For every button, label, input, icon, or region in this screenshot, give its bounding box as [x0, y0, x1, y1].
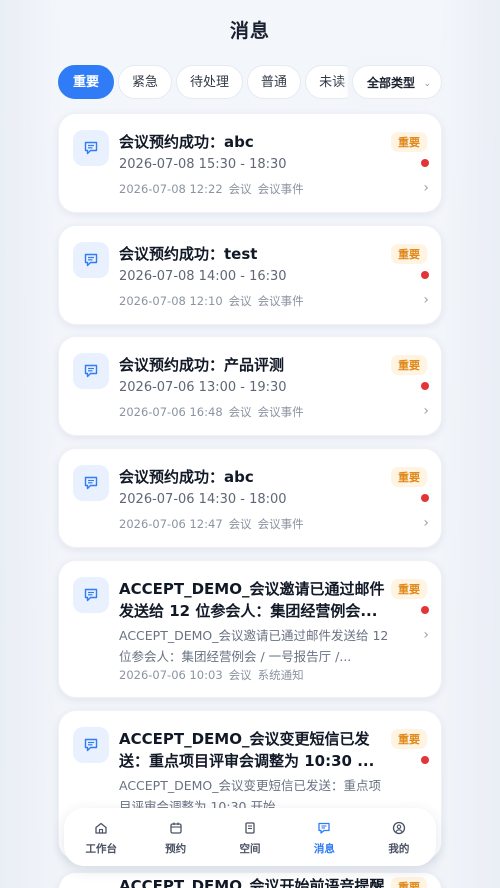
message-time-range: 2026-07-08 15:30 - 18:30 [119, 157, 287, 172]
importance-badge: 重要 [391, 877, 427, 888]
filter-chips: 重要 紧急 待处理 普通 未读 [58, 63, 348, 101]
filter-bar: 重要 紧急 待处理 普通 未读 全部类型 ⌄ [58, 63, 442, 101]
message-icon [73, 577, 109, 613]
filter-chip-pending[interactable]: 待处理 [176, 65, 244, 99]
unread-dot [421, 756, 429, 764]
message-meta: 2026-07-06 16:48 会议 会议事件 [119, 404, 310, 420]
message-icon [73, 465, 109, 501]
importance-badge: 重要 [391, 355, 427, 375]
tab-messages[interactable]: 消息 [287, 808, 361, 866]
message-category: 会议 [228, 405, 252, 419]
tab-label: 消息 [313, 843, 335, 855]
chevron-right-icon: › [423, 627, 429, 643]
message-icon [287, 821, 361, 837]
calendar-icon [138, 821, 212, 837]
message-title: ACCEPT_DEMO_会议邀请已通过邮件发送给 12 位参会人：集团经营例会.… [119, 580, 385, 620]
message-meta: 2026-07-06 12:47 会议 会议事件 [119, 516, 310, 532]
tab-space[interactable]: 空间 [213, 808, 287, 866]
unread-dot [421, 382, 429, 390]
right-edge-shade [440, 0, 500, 888]
message-card[interactable]: ACCEPT_DEMO_会议开始前语音提醒 重要 [58, 872, 442, 888]
tab-workbench[interactable]: 工作台 [64, 808, 138, 866]
filter-chip-normal[interactable]: 普通 [247, 65, 302, 99]
unread-dot [421, 494, 429, 502]
filter-chip-unread[interactable]: 未读 [305, 65, 348, 99]
unread-dot [421, 271, 429, 279]
message-meta: 2026-07-08 12:10 会议 会议事件 [119, 293, 310, 309]
message-category: 会议 [228, 294, 252, 308]
message-meta: 2026-07-06 10:03 会议 系统通知 [119, 667, 310, 683]
message-icon [73, 242, 109, 278]
tab-label: 预约 [165, 843, 187, 855]
tab-mine[interactable]: 我的 [362, 808, 436, 866]
type-select[interactable]: 全部类型 ⌄ [352, 65, 442, 99]
user-icon [362, 821, 436, 837]
filter-chip-urgent[interactable]: 紧急 [118, 65, 173, 99]
message-category: 会议 [228, 182, 252, 196]
message-title: 会议预约成功：test [119, 245, 258, 263]
message-created: 2026-07-06 12:47 [119, 517, 223, 531]
tab-label: 我的 [388, 843, 410, 855]
message-created: 2026-07-08 12:22 [119, 182, 223, 196]
chevron-down-icon: ⌄ [423, 79, 431, 89]
message-event-type: 会议事件 [257, 294, 304, 308]
home-icon [64, 821, 138, 837]
message-title: 会议预约成功：abc [119, 468, 254, 486]
bottom-tab-bar: 工作台 预约 空间 消息 我的 [64, 808, 436, 866]
message-created: 2026-07-06 10:03 [119, 668, 223, 682]
chevron-right-icon: › [423, 403, 429, 419]
importance-badge: 重要 [391, 579, 427, 599]
message-time-range: 2026-07-06 14:30 - 18:00 [119, 492, 287, 507]
message-time-range: 2026-07-06 13:00 - 19:30 [119, 380, 287, 395]
message-icon [73, 130, 109, 166]
importance-badge: 重要 [391, 244, 427, 264]
unread-dot [421, 159, 429, 167]
message-title: 会议预约成功：abc [119, 133, 254, 151]
message-event-type: 系统通知 [257, 668, 304, 682]
message-card[interactable]: 会议预约成功：产品评测 2026-07-06 13:00 - 19:30 202… [58, 336, 442, 436]
importance-badge: 重要 [391, 467, 427, 487]
message-card[interactable]: 会议预约成功：abc 2026-07-08 15:30 - 18:30 2026… [58, 113, 442, 213]
message-title: ACCEPT_DEMO_会议变更短信已发送：重点项目评审会调整为 10:30 .… [119, 730, 375, 770]
type-select-value: 全部类型 [367, 76, 416, 90]
tab-label: 工作台 [85, 843, 117, 855]
chevron-right-icon: › [423, 180, 429, 196]
message-meta: 2026-07-08 12:22 会议 会议事件 [119, 181, 310, 197]
message-category: 会议 [228, 517, 252, 531]
unread-dot [421, 606, 429, 614]
message-icon [73, 353, 109, 389]
left-edge-shade [0, 0, 60, 888]
message-event-type: 会议事件 [257, 517, 304, 531]
tab-label: 空间 [239, 843, 261, 855]
message-card[interactable]: 会议预约成功：test 2026-07-08 14:00 - 16:30 202… [58, 225, 442, 325]
message-event-type: 会议事件 [257, 405, 304, 419]
message-title: 会议预约成功：产品评测 [119, 356, 285, 374]
message-card[interactable]: ACCEPT_DEMO_会议邀请已通过邮件发送给 12 位参会人：集团经营例会.… [58, 560, 442, 698]
importance-badge: 重要 [391, 132, 427, 152]
page-title: 消息 [229, 20, 270, 42]
message-card[interactable]: 会议预约成功：abc 2026-07-06 14:30 - 18:00 2026… [58, 448, 442, 548]
building-icon [213, 821, 287, 837]
chevron-right-icon: › [423, 292, 429, 308]
message-title: ACCEPT_DEMO_会议开始前语音提醒 [119, 877, 385, 888]
message-event-type: 会议事件 [257, 182, 304, 196]
message-description: ACCEPT_DEMO_会议邀请已通过邮件发送给 12 位参会人：集团经营例会 … [119, 628, 389, 664]
message-created: 2026-07-06 16:48 [119, 405, 223, 419]
message-created: 2026-07-08 12:10 [119, 294, 223, 308]
message-time-range: 2026-07-08 14:00 - 16:30 [119, 269, 287, 284]
importance-badge: 重要 [391, 729, 427, 749]
chevron-right-icon: › [423, 515, 429, 531]
filter-chip-important[interactable]: 重要 [58, 65, 115, 99]
message-icon [73, 727, 109, 763]
message-category: 会议 [228, 668, 252, 682]
tab-booking[interactable]: 预约 [138, 808, 212, 866]
